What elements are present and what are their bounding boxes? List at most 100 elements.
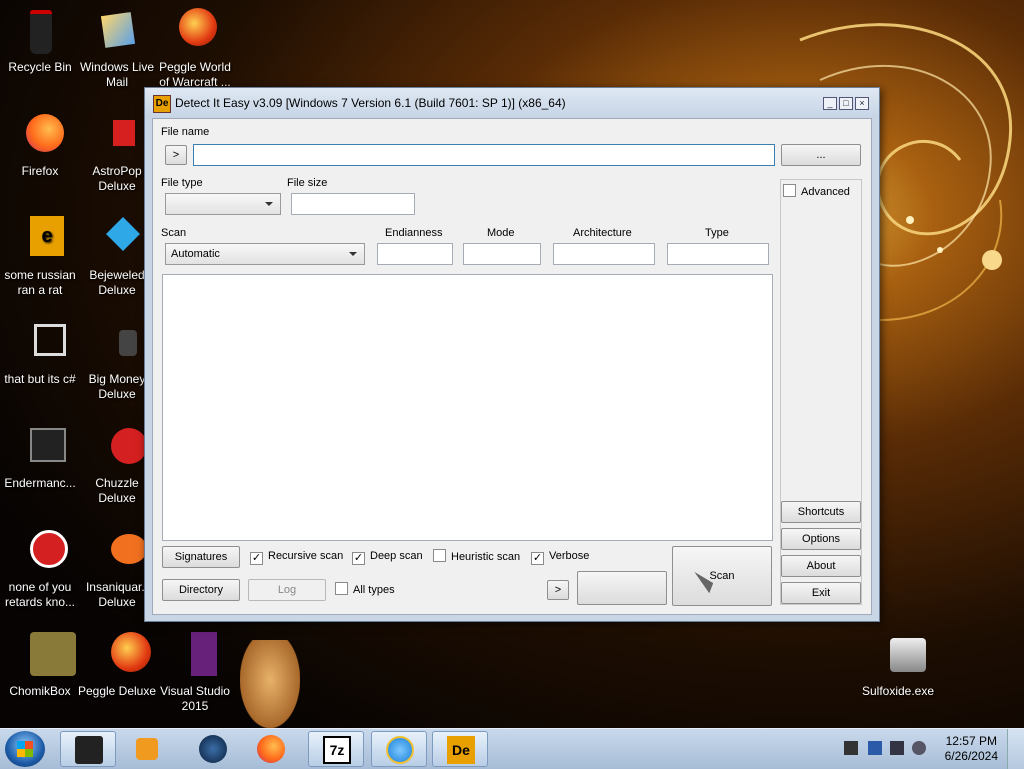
taskbar-firefox[interactable] bbox=[243, 731, 299, 767]
options-button[interactable]: Options bbox=[781, 528, 861, 550]
scan-mode-select[interactable]: Automatic bbox=[165, 243, 365, 265]
desktop-icon-firefox[interactable]: Firefox bbox=[0, 112, 80, 179]
show-hidden-icons-icon[interactable] bbox=[844, 741, 858, 755]
close-button[interactable]: × bbox=[855, 97, 869, 110]
deep-scan-checkbox[interactable]: ✓ Deep scan bbox=[352, 549, 423, 565]
chevron-down-icon bbox=[349, 252, 357, 256]
desktop-icon-label: Recycle Bin bbox=[8, 60, 72, 74]
taskbar-internet-explorer[interactable] bbox=[371, 731, 427, 767]
about-button[interactable]: About bbox=[781, 555, 861, 577]
scan-button[interactable]: Scan bbox=[672, 546, 772, 606]
desktop-icon-peggle-wow[interactable]: Peggle World of Warcraft ... bbox=[155, 8, 235, 90]
file-size-label: File size bbox=[287, 177, 328, 189]
desktop-icon-label: none of you retards kno... bbox=[4, 580, 76, 609]
recycle-bin-icon bbox=[16, 8, 64, 56]
architecture-field[interactable] bbox=[553, 243, 655, 265]
detect-it-easy-window[interactable]: De Detect It Easy v3.09 [Windows 7 Versi… bbox=[144, 87, 880, 622]
desktop-icon-label: Sulfoxide.exe bbox=[861, 684, 935, 698]
start-button[interactable] bbox=[5, 731, 45, 767]
title-bar[interactable]: De Detect It Easy v3.09 [Windows 7 Versi… bbox=[145, 88, 879, 118]
directory-button[interactable]: Directory bbox=[162, 579, 240, 601]
show-desktop-button[interactable] bbox=[1007, 729, 1024, 769]
media-player-icon bbox=[136, 738, 158, 760]
taskbar-detect-it-easy[interactable]: De bbox=[432, 731, 488, 767]
tray-app-icon[interactable] bbox=[868, 741, 882, 755]
folder-icon bbox=[75, 736, 103, 764]
log-button[interactable]: Log bbox=[248, 579, 326, 601]
desktop-icon-label: Firefox bbox=[21, 164, 59, 178]
file-size-field[interactable] bbox=[291, 193, 415, 215]
taskbar-media-player[interactable] bbox=[120, 731, 176, 767]
bejeweled-icon bbox=[93, 216, 141, 264]
verbose-label: Verbose bbox=[549, 550, 590, 562]
minimize-button[interactable]: _ bbox=[823, 97, 837, 110]
taskbar-windows-explorer[interactable] bbox=[60, 731, 116, 767]
browse-button[interactable]: ... bbox=[781, 144, 861, 166]
peggle-icon bbox=[93, 632, 151, 680]
heuristic-scan-checkbox[interactable]: Heuristic scan bbox=[433, 549, 520, 565]
firefox-icon bbox=[16, 112, 64, 160]
checkbox-box bbox=[433, 549, 446, 562]
heuristic-scan-label: Heuristic scan bbox=[451, 551, 521, 563]
desktop-icon-label: Windows Live Mail bbox=[79, 60, 155, 89]
progress-box bbox=[577, 571, 667, 605]
desktop-icon-peggle-deluxe[interactable]: Peggle Deluxe bbox=[77, 632, 157, 699]
desktop-icon-label: ChomikBox bbox=[9, 684, 71, 698]
desktop-icon-sulfoxide[interactable]: Sulfoxide.exe bbox=[858, 632, 938, 699]
chevron-down-icon bbox=[265, 202, 273, 206]
desktop-icon-some-russian[interactable]: e some russian ran a rat bbox=[0, 216, 80, 298]
desktop-icon-windows-live-mail[interactable]: Windows Live Mail bbox=[77, 8, 157, 90]
maximize-button[interactable]: □ bbox=[839, 97, 853, 110]
checkbox-box: ✓ bbox=[352, 552, 365, 565]
results-area[interactable] bbox=[162, 274, 773, 541]
desktop-icon-that-but-its-csharp[interactable]: that but its c# bbox=[0, 320, 80, 387]
shortcut-icon bbox=[16, 528, 68, 576]
desktop-icon-endermanc[interactable]: Endermanc... bbox=[0, 424, 80, 491]
desktop-icon-recycle-bin[interactable]: Recycle Bin bbox=[0, 8, 80, 75]
mail-icon bbox=[93, 8, 141, 56]
type-field[interactable] bbox=[667, 243, 769, 265]
shortcuts-button[interactable]: Shortcuts bbox=[781, 501, 861, 523]
volume-icon[interactable] bbox=[912, 741, 926, 755]
type-label: Type bbox=[705, 227, 729, 239]
desktop-icon-label: Peggle World of Warcraft ... bbox=[159, 60, 231, 89]
architecture-label: Architecture bbox=[573, 227, 632, 239]
desktop-icon-visual-studio[interactable]: Visual Studio 2015 bbox=[155, 632, 235, 714]
endianness-field[interactable] bbox=[377, 243, 453, 265]
endianness-label: Endianness bbox=[385, 227, 443, 239]
desktop-icon-chomikbox[interactable]: ChomikBox bbox=[0, 632, 80, 699]
checkbox-box bbox=[783, 184, 796, 197]
clock-date: 6/26/2024 bbox=[944, 749, 998, 763]
checkbox-box: ✓ bbox=[531, 552, 544, 565]
exit-button[interactable]: Exit bbox=[781, 582, 861, 604]
mode-label: Mode bbox=[487, 227, 515, 239]
windows-logo-icon bbox=[17, 741, 33, 757]
deep-scan-label: Deep scan bbox=[370, 550, 423, 562]
big-money-icon bbox=[93, 320, 141, 368]
recursive-scan-checkbox[interactable]: ✓ Recursive scan bbox=[250, 549, 343, 565]
verbose-checkbox[interactable]: ✓ Verbose bbox=[531, 549, 589, 565]
scan-mode-value: Automatic bbox=[171, 248, 220, 260]
desktop-icon-none-of-you[interactable]: none of you retards kno... bbox=[0, 528, 80, 610]
taskbar-7zip[interactable]: 7z bbox=[308, 731, 364, 767]
desktop-icon-label: Visual Studio 2015 bbox=[160, 684, 230, 713]
file-name-input[interactable] bbox=[193, 144, 775, 166]
peggle-icon bbox=[171, 8, 219, 56]
clock[interactable]: 12:57 PM 6/26/2024 bbox=[945, 734, 998, 764]
next-button[interactable]: > bbox=[547, 580, 569, 600]
taskbar-steam[interactable] bbox=[185, 731, 241, 767]
chuzzle-icon bbox=[93, 424, 147, 472]
network-icon[interactable] bbox=[890, 741, 904, 755]
detect-it-easy-file-icon: e bbox=[16, 216, 64, 264]
insaniquarium-icon bbox=[93, 528, 147, 576]
signatures-button[interactable]: Signatures bbox=[162, 546, 240, 568]
file-name-label: File name bbox=[161, 126, 210, 138]
all-types-checkbox[interactable]: All types bbox=[335, 582, 395, 598]
file-type-select[interactable] bbox=[165, 193, 281, 215]
advanced-checkbox[interactable]: Advanced bbox=[783, 184, 850, 200]
firefox-icon bbox=[257, 735, 285, 763]
taskbar: 7z De 12:57 PM 6/26/2024 bbox=[0, 728, 1024, 769]
scan-label: Scan bbox=[161, 227, 187, 239]
history-button[interactable]: > bbox=[165, 145, 187, 165]
mode-field[interactable] bbox=[463, 243, 541, 265]
